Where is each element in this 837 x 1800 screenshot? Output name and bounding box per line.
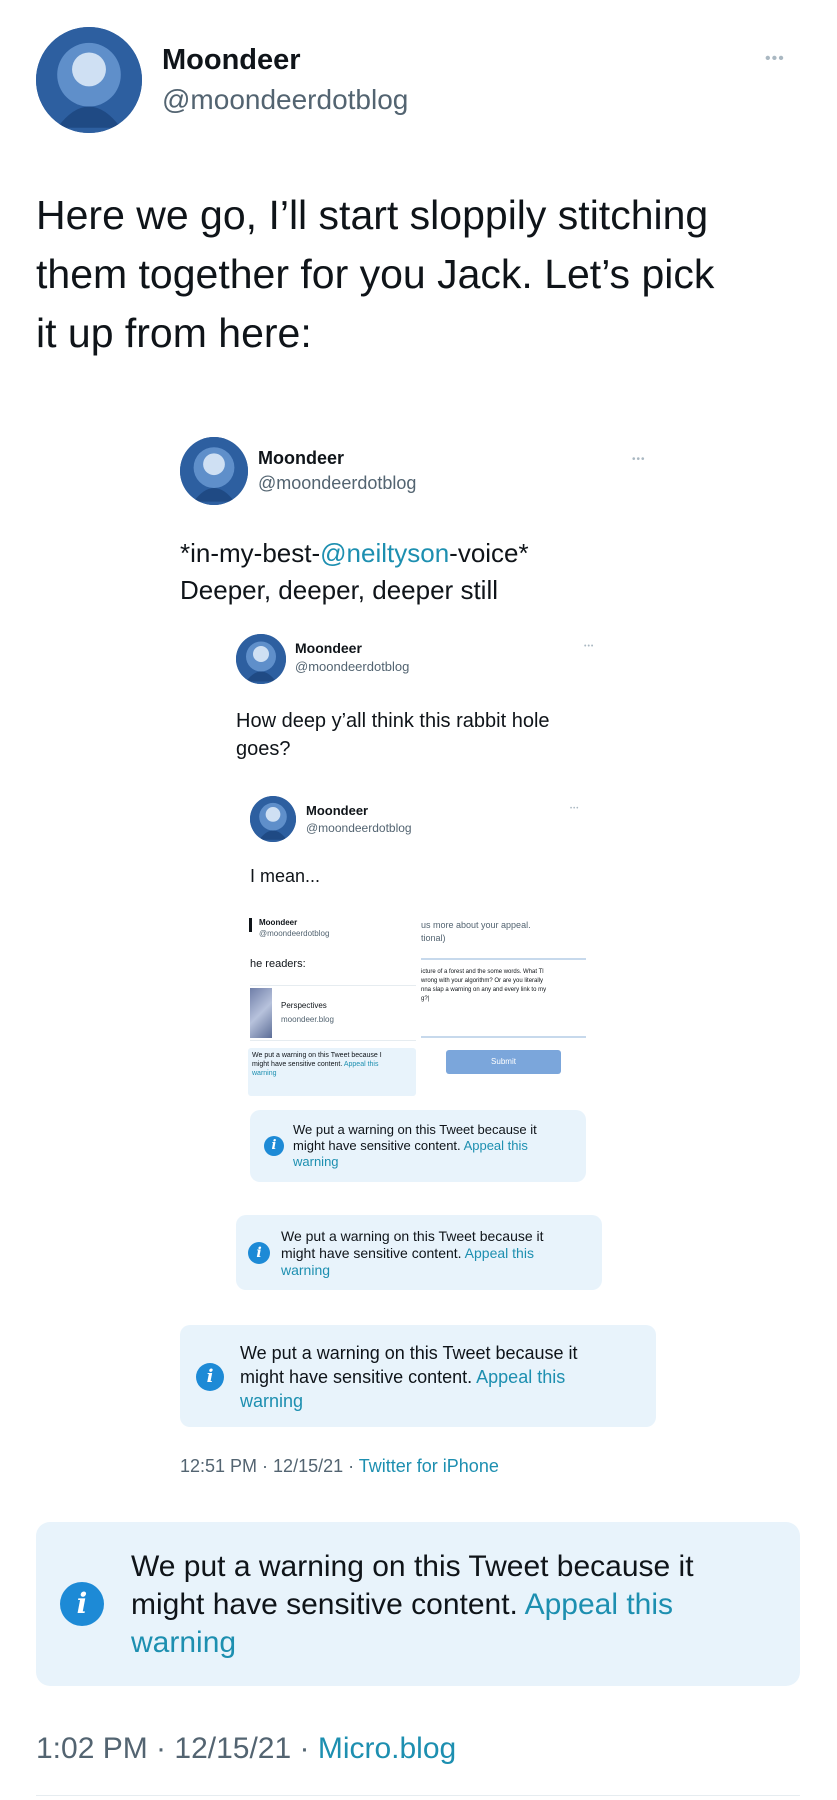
warning-text: We put a warning on this Tweet because i…: [293, 1122, 537, 1170]
appeal-link[interactable]: Appeal this: [344, 1061, 379, 1068]
more-options-icon[interactable]: •••: [632, 454, 646, 465]
warning-box: i We put a warning on this Tweet because…: [180, 1325, 656, 1427]
link-card[interactable]: Perspectives moondeer.blog: [250, 985, 416, 1041]
timestamp-text: 12:51 PM · 12/15/21 ·: [180, 1456, 359, 1476]
appeal-link[interactable]: warning: [131, 1624, 694, 1662]
tweet-text-part: *in-my-best-: [180, 538, 321, 568]
warning-box: i We put a warning on this Tweet because…: [250, 1110, 586, 1182]
avatar[interactable]: [250, 796, 296, 842]
warning-line: We put a warning on this Tweet because i…: [281, 1228, 544, 1244]
appeal-link[interactable]: warning: [293, 1154, 537, 1170]
tweet-text-line: goes?: [236, 738, 291, 760]
card-domain: moondeer.blog: [281, 1015, 334, 1024]
appeal-prompt: us more about your appeal. tional): [421, 919, 531, 945]
tweet-text-part: -voice*: [449, 538, 529, 568]
warning-line: might have sensitive content.: [281, 1245, 462, 1261]
mention-link[interactable]: @neiltyson: [320, 538, 449, 568]
timestamp-text: 1:02 PM · 12/15/21 ·: [36, 1732, 318, 1765]
warning-box: We put a warning on this Tweet because I…: [248, 1048, 416, 1096]
appeal-link[interactable]: warning: [240, 1389, 578, 1413]
tweet-text: How deep y’all think this rabbit hole go…: [236, 707, 550, 763]
tweet-text-line: them together for you Jack. Let’s pick: [36, 251, 715, 297]
warning-line: might have sensitive content.: [252, 1061, 343, 1068]
tweet-text-line: Here we go, I’ll start sloppily stitchin…: [36, 192, 709, 238]
tweet-text-line: it up from here:: [36, 310, 312, 356]
appeal-link[interactable]: warning: [281, 1262, 544, 1279]
appeal-link[interactable]: warning: [252, 1069, 412, 1078]
avatar-image: [180, 437, 248, 505]
warning-text: We put a warning on this Tweet because i…: [281, 1228, 544, 1279]
warning-line: might have sensitive content.: [240, 1367, 473, 1387]
appeal-link[interactable]: Appeal this: [465, 1245, 534, 1261]
divider: [36, 1795, 800, 1796]
author-name[interactable]: Moondeer: [162, 44, 301, 77]
tweet-text: I mean...: [250, 866, 321, 886]
appeal-text-line: g?|: [421, 996, 430, 1002]
info-icon: i: [264, 1136, 284, 1156]
warning-line: We put a warning on this Tweet because i…: [131, 1550, 694, 1583]
warning-line: We put a warning on this Tweet because I: [252, 1052, 382, 1059]
appeal-text-line: wrong with your algorithm? Or are you li…: [421, 978, 544, 984]
avatar[interactable]: [236, 634, 286, 684]
card-title: Perspectives: [281, 1001, 327, 1010]
author-handle[interactable]: @moondeerdotblog: [306, 821, 412, 835]
card-thumbnail: [250, 988, 272, 1038]
appeal-link[interactable]: Appeal this: [476, 1367, 565, 1387]
warning-line: might have sensitive content.: [293, 1138, 461, 1153]
appeal-field-bottom-line: [421, 1036, 586, 1038]
avatar-image: [236, 634, 286, 684]
appeal-prompt-line: tional): [421, 933, 446, 943]
info-icon: i: [60, 1582, 104, 1626]
source-link[interactable]: Micro.blog: [318, 1732, 456, 1765]
timestamp: 1:02 PM · 12/15/21 · Micro.blog: [36, 1732, 456, 1766]
warning-text: We put a warning on this Tweet because i…: [240, 1341, 578, 1413]
warning-line: We put a warning on this Tweet because i…: [240, 1343, 578, 1363]
warning-line: We put a warning on this Tweet because i…: [293, 1122, 537, 1137]
more-options-icon[interactable]: •••: [570, 806, 579, 812]
tweet-text: *in-my-best-@neiltyson-voice* Deeper, de…: [180, 535, 529, 609]
tweet-text-line: Deeper, deeper, deeper still: [180, 575, 498, 605]
appeal-link[interactable]: Appeal this: [464, 1138, 528, 1153]
readers-text: he readers:: [250, 958, 306, 970]
avatar-edge: [249, 918, 252, 932]
appeal-prompt-line: us more about your appeal.: [421, 920, 531, 930]
info-icon: i: [248, 1242, 270, 1264]
more-options-icon[interactable]: •••: [584, 643, 594, 650]
avatar[interactable]: [36, 27, 142, 133]
source-link[interactable]: Twitter for iPhone: [359, 1456, 499, 1476]
timestamp: 12:51 PM · 12/15/21 · Twitter for iPhone: [180, 1456, 499, 1477]
author-name[interactable]: Moondeer: [306, 803, 368, 818]
avatar[interactable]: [180, 437, 248, 505]
avatar-image: [250, 796, 296, 842]
author-name[interactable]: Moondeer: [258, 448, 344, 469]
author-name[interactable]: Moondeer: [259, 918, 297, 927]
author-handle[interactable]: @moondeerdotblog: [259, 929, 329, 938]
more-options-icon[interactable]: •••: [765, 50, 785, 68]
avatar-image: [36, 27, 142, 133]
author-handle[interactable]: @moondeerdotblog: [295, 659, 409, 674]
warning-box: i We put a warning on this Tweet because…: [36, 1522, 800, 1686]
tweet-text-line: How deep y’all think this rabbit hole: [236, 710, 550, 732]
warning-text: We put a warning on this Tweet because i…: [131, 1548, 694, 1662]
info-icon: i: [196, 1363, 224, 1391]
appeal-text-line: icture of a forest and the some words. W…: [421, 969, 544, 975]
author-name[interactable]: Moondeer: [295, 640, 362, 656]
submit-button[interactable]: Submit: [446, 1050, 561, 1074]
warning-box: i We put a warning on this Tweet because…: [236, 1215, 602, 1290]
appeal-text-line: nna slap a warning on any and every link…: [421, 987, 547, 993]
appeal-link[interactable]: Appeal this: [525, 1588, 673, 1621]
appeal-textarea[interactable]: icture of a forest and the some words. W…: [421, 968, 586, 1004]
warning-line: might have sensitive content.: [131, 1588, 518, 1621]
author-handle[interactable]: @moondeerdotblog: [258, 473, 416, 494]
appeal-field-top-line: [421, 958, 586, 960]
author-handle[interactable]: @moondeerdotblog: [162, 84, 408, 116]
tweet-text: Here we go, I’ll start sloppily stitchin…: [36, 186, 816, 363]
